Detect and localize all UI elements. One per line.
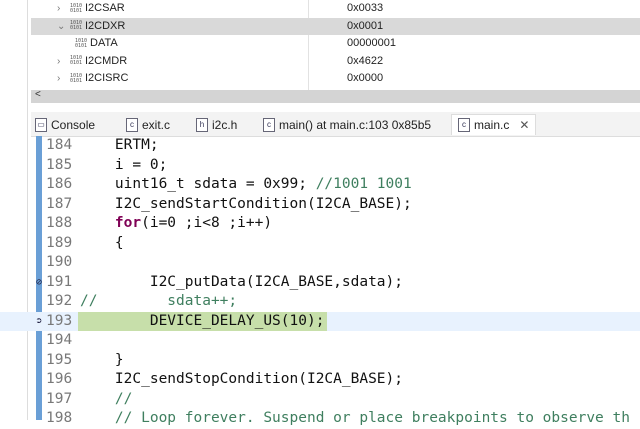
tab-label: exit.c: [142, 118, 171, 132]
c-file-icon: c: [458, 118, 470, 132]
code-line[interactable]: 189 {: [0, 234, 640, 254]
tab-main-at-main-c-103-0x85b5[interactable]: c main() at main.c:103 0x85b5: [263, 115, 431, 135]
line-number: 190: [46, 254, 73, 270]
line-number: 197: [46, 390, 73, 407]
register-name: DATA: [90, 37, 118, 49]
line-number: 192: [46, 293, 73, 309]
register-value: 0x4622: [347, 54, 384, 67]
instruction-pointer-icon: ➲: [36, 315, 43, 327]
code-text: ERTM;: [80, 137, 159, 153]
tab-main-c[interactable]: c main.c ✕: [451, 114, 537, 135]
code-comment: //1001 1001: [315, 176, 412, 192]
register-name: I2CDXR: [85, 19, 126, 32]
register-icon: 1010 0101: [70, 20, 83, 31]
scroll-left-arrow[interactable]: <: [35, 89, 41, 100]
code-line[interactable]: 188 for(i=0 ;i<8 ;i++): [0, 214, 640, 234]
code-line[interactable]: 191 ⊘ I2C_putData(I2CA_BASE,sdata);: [0, 273, 640, 293]
c-file-icon: c: [126, 118, 138, 132]
register-value: 0x0000: [347, 72, 384, 84]
close-icon[interactable]: ✕: [519, 118, 529, 132]
code-text: I2C_sendStartCondition(I2CA_BASE);: [80, 195, 412, 212]
breakpoint-icon[interactable]: ⊘: [36, 273, 42, 293]
register-row[interactable]: › 1010 0101 I2CSAR 0x0033: [31, 0, 640, 17]
line-number: 186: [46, 176, 73, 192]
code-line[interactable]: 184 ERTM;: [0, 136, 640, 156]
code-text: I2C_sendStopCondition(I2CA_BASE);: [80, 371, 404, 387]
code-text: DEVICE_DELAY_US(10);: [80, 312, 325, 329]
code-text: (i=0 ;i<8 ;i++): [141, 215, 273, 231]
code-line[interactable]: 190: [0, 253, 640, 273]
line-number: 189: [46, 234, 73, 251]
line-number: 191: [46, 273, 73, 290]
code-text: i = 0;: [80, 156, 168, 173]
horizontal-scrollbar[interactable]: <: [31, 89, 640, 103]
register-row[interactable]: › 1010 0101 I2CMDR 0x4622: [31, 53, 640, 70]
register-icon: 1010 0101: [70, 2, 83, 14]
code-line[interactable]: 194: [0, 331, 640, 351]
register-tree: › 1010 0101 I2CSAR 0x0033 ⌄ 1010 0101 I2CDXR 0x00…: [31, 0, 640, 90]
console-icon: ▭: [35, 118, 47, 132]
code-line[interactable]: 185 i = 0;: [0, 156, 640, 176]
code-line[interactable]: 193 ➲ DEVICE_DELAY_US(10);: [0, 311, 640, 331]
chevron-right-icon[interactable]: ›: [57, 53, 67, 70]
line-number: 198: [46, 410, 73, 426]
chevron-right-icon[interactable]: ›: [57, 70, 67, 87]
register-icon: 1010 0101: [70, 72, 83, 84]
tab-console[interactable]: ▭ Console: [35, 115, 95, 135]
tab-label: Console: [51, 118, 96, 132]
h-file-icon: h: [196, 118, 208, 132]
register-row[interactable]: 1010 0101 DATA 00000001: [31, 35, 640, 52]
tab-label: main() at main.c:103 0x85b5: [279, 118, 432, 132]
line-number: 185: [46, 156, 73, 173]
code-text: }: [80, 351, 124, 368]
chevron-down-icon[interactable]: ⌄: [57, 18, 67, 35]
line-number: 187: [46, 195, 73, 212]
register-row[interactable]: ⌄ 1010 0101 I2CDXR 0x0001: [31, 17, 640, 35]
line-number: 188: [46, 215, 73, 231]
register-name: I2CMDR: [85, 54, 128, 67]
tab-label: i2c.h: [212, 118, 238, 132]
code-text: I2C_putData(I2CA_BASE,sdata);: [80, 273, 404, 290]
code-line[interactable]: 195 }: [0, 351, 640, 371]
editor-tabs: ▭ Console c exit.c h i2c.h c main() at main.c:1…: [31, 112, 640, 137]
code-line[interactable]: 196 I2C_sendStopCondition(I2CA_BASE);: [0, 370, 640, 390]
register-value: 00000001: [347, 37, 396, 49]
c-file-icon: c: [263, 118, 275, 132]
code-comment: //: [80, 390, 133, 407]
code-line[interactable]: 192 // sdata++;: [0, 292, 640, 312]
line-number: 193: [46, 312, 73, 329]
line-number: 195: [46, 351, 73, 368]
code-line[interactable]: 197 //: [0, 390, 640, 410]
code-line[interactable]: 187 I2C_sendStartCondition(I2CA_BASE);: [0, 195, 640, 215]
code-comment: // sdata++;: [80, 293, 238, 309]
code-text: uint16_t sdata = 0x99;: [80, 176, 316, 192]
line-number: 194: [46, 332, 73, 348]
keyword: for: [80, 215, 142, 231]
register-name: I2CISRC: [85, 72, 129, 84]
tab-exit-c[interactable]: c exit.c: [126, 115, 170, 135]
register-row[interactable]: › 1010 0101 I2CISRC 0x0000: [31, 70, 640, 87]
tab-label: main.c: [474, 118, 510, 132]
chevron-right-icon[interactable]: ›: [57, 0, 67, 17]
code-line[interactable]: 198 // Loop forever. Suspend or place br…: [0, 409, 640, 429]
line-number: 184: [46, 137, 73, 153]
register-value: 0x0001: [347, 19, 384, 32]
code-comment: // Loop forever. Suspend or place breakp…: [80, 410, 630, 426]
code-text: {: [80, 234, 124, 251]
register-value: 0x0033: [347, 2, 384, 14]
register-icon: 1010 0101: [70, 55, 83, 66]
register-icon: 1010 0101: [75, 37, 88, 49]
code-line[interactable]: 186 uint16_t sdata = 0x99; //1001 1001: [0, 175, 640, 195]
tab-i2c-h[interactable]: h i2c.h: [196, 115, 237, 135]
line-number: 196: [46, 371, 73, 387]
register-name: I2CSAR: [85, 2, 125, 14]
